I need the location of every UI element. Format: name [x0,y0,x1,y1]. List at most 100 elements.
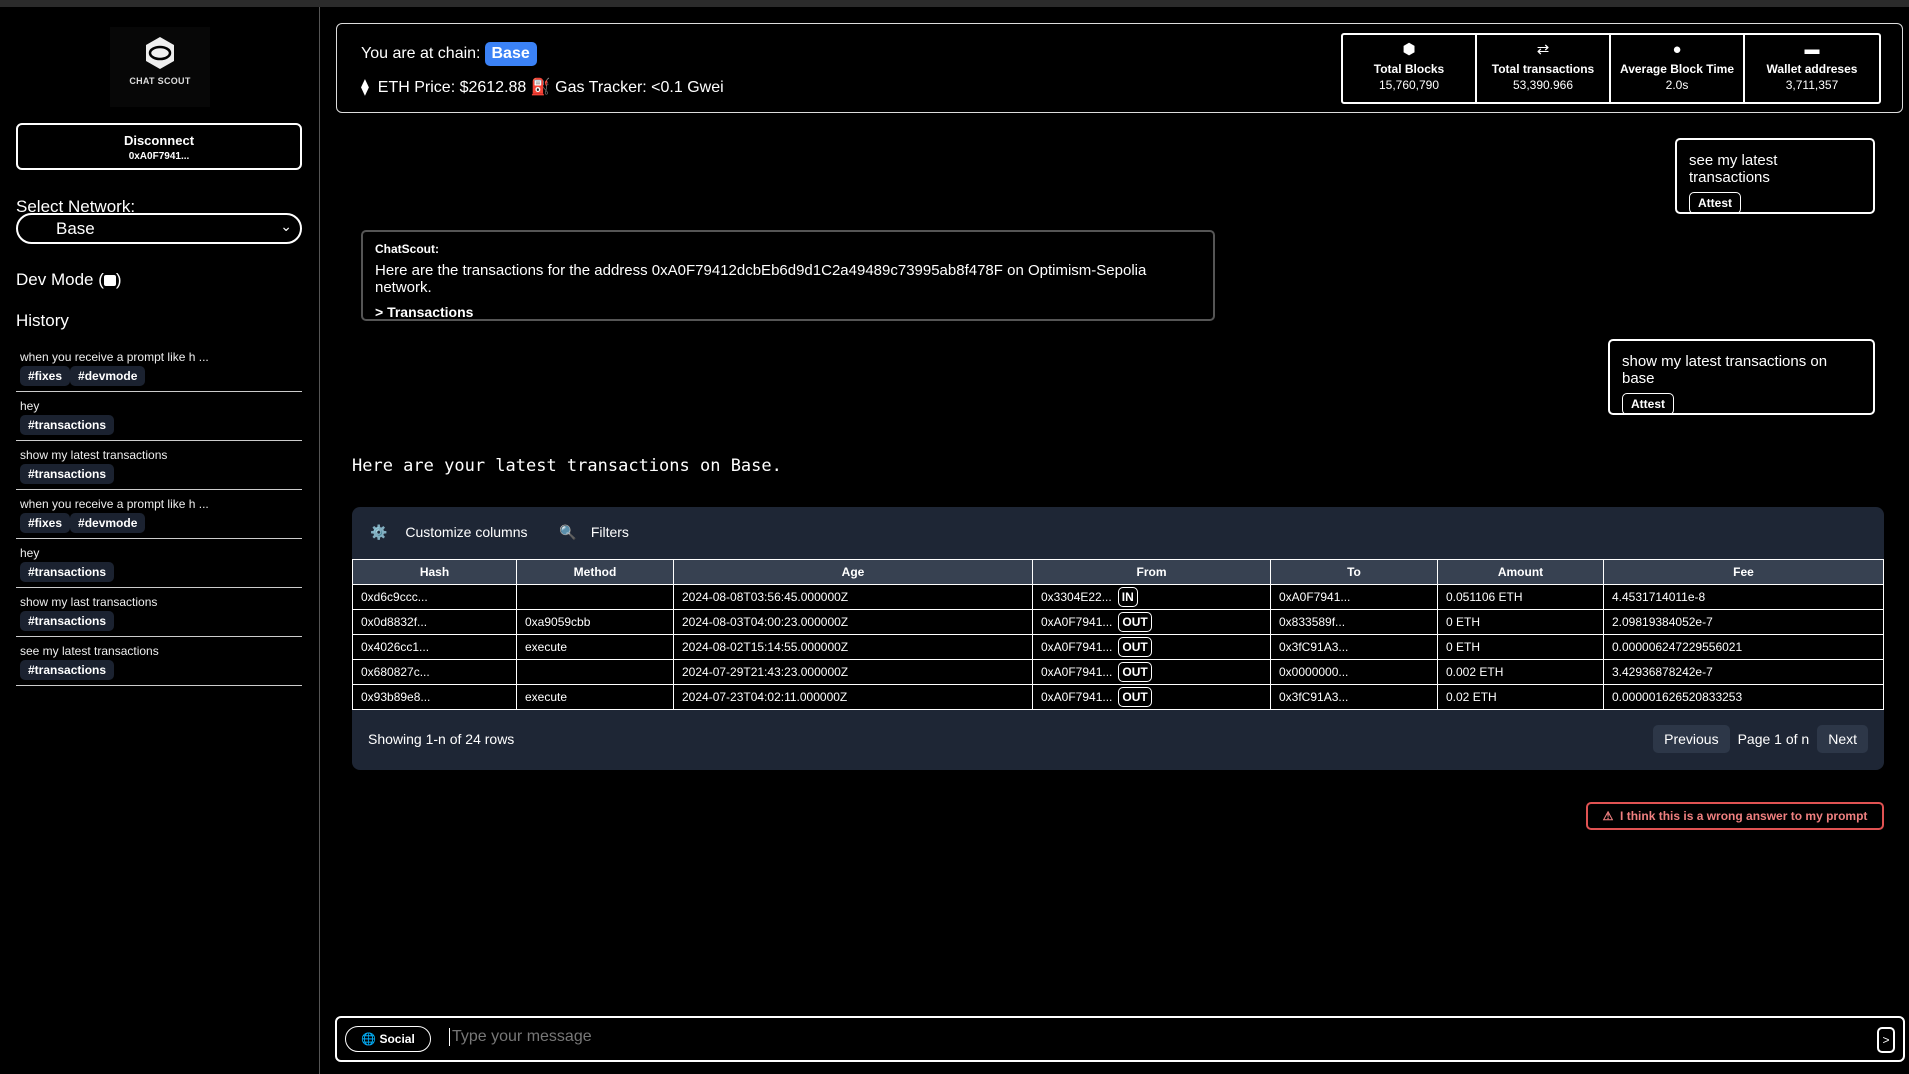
history-item-text: hey [20,399,40,413]
history-tag[interactable]: #transactions [20,562,115,582]
fee-cell-text: 3.42936878242e-7 [1612,665,1713,679]
history-tag[interactable]: #transactions [20,415,115,435]
history-tag[interactable]: #transactions [20,464,115,484]
attest-button[interactable]: Attest [1622,393,1675,415]
amount-cell-text: 0 ETH [1446,640,1481,654]
to-cell-text: 0x3fC91A3... [1279,640,1349,654]
history-item[interactable]: when you receive a prompt like h ... #fix… [16,490,302,539]
dev-mode-checkbox[interactable] [103,275,116,286]
to-cell: 0x3fC91A3... [1270,684,1438,710]
disconnect-button[interactable]: Disconnect 0xA0F7941... [16,123,302,170]
chain-row: You are at chain: Base [361,42,537,66]
table-row[interactable]: 0x4026cc1... execute 2024-08-02T15:14:55.0… [352,634,1884,660]
method-cell: execute [516,634,674,660]
table-row[interactable]: 0x0d8832f... 0xa9059cbb 2024-08-03T04:00:2… [352,609,1884,635]
fee-cell: 0.000001626520833253 [1603,684,1884,710]
amount-cell-text: 0 ETH [1446,615,1481,629]
to-cell-text: 0xA0F7941... [1279,590,1351,604]
customize-label: Customize columns [405,524,528,540]
history-tag[interactable]: #devmode [70,366,146,386]
stats-group: ⬢ Total Blocks 15,760,790 ⇄ Total transacti… [1341,33,1881,104]
amount-cell: 0.02 ETH [1437,684,1604,710]
fee-cell: 0.000006247229556021 [1603,634,1884,660]
stat-total-transactions: ⇄ Total transactions 53,390.966 [1477,35,1611,102]
dev-mode-close: ) [115,270,122,289]
hash-cell-text: 0x0d8832f... [361,615,428,629]
logo-text: CHAT SCOUT [129,76,191,86]
from-cell: 0xA0F7941... OUT [1032,609,1271,635]
table-row[interactable]: 0x93b89e8... execute 2024-07-23T04:02:11.0… [352,684,1884,710]
to-cell-text: 0x833589f... [1279,615,1346,629]
stat-value: 53,390.966 [1512,78,1574,92]
method-cell: 0xa9059cbb [516,609,674,635]
stat-average-block-time: ● Average Block Time 2.0s [1611,35,1745,102]
social-label: Social [379,1032,415,1046]
wrong-answer-button[interactable]: ⚠ I think this is a wrong answer to my p… [1586,802,1884,830]
history-item-text: show my last transactions [20,595,158,609]
hash-cell-text: 0x4026cc1... [361,640,430,654]
method-cell-text: execute [525,690,568,704]
history-item[interactable]: when you receive a prompt like h ... #fix… [16,343,302,392]
fee-cell: 2.09819384052e-7 [1603,609,1884,635]
attest-button[interactable]: Attest [1689,192,1742,214]
amount-cell: 0 ETH [1437,634,1604,660]
sidebar: CHAT SCOUT Disconnect 0xA0F7941... Selec… [0,7,320,1074]
fee-cell-text: 4.4531714011e-8 [1612,590,1706,604]
user-message-text: show my latest transactions on base [1622,353,1828,387]
history-item[interactable]: show my latest transactions #transactions [16,441,302,490]
table-header-row: Hash Method Age From To Amount Fee [352,559,1884,585]
wallet-icon: ▬ [1804,41,1820,58]
hash-cell-text: 0x93b89e8... [361,690,431,704]
history-item[interactable]: show my last transactions #transactions [16,588,302,637]
hash-cell: 0x0d8832f... [352,609,517,635]
bot-reply: Here are your latest transactions on Bas… [352,456,782,476]
social-button[interactable]: 🌐 Social [345,1026,431,1052]
network-select[interactable]: Base ⌄ [16,213,302,244]
history-item-text: see my latest transactions [20,644,159,658]
dev-mode-toggle[interactable]: Dev Mode () [16,270,122,290]
history-tag[interactable]: #transactions [20,660,115,680]
stat-wallet-addresses: ▬ Wallet addreses 3,711,357 [1745,35,1879,102]
amount-cell-text: 0.051106 ETH [1446,590,1523,604]
send-button[interactable]: > [1877,1027,1895,1053]
wrong-answer-label: I think this is a wrong answer to my pro… [1620,809,1868,823]
direction-badge: IN [1117,587,1138,607]
gas-tracker: Gas Tracker: <0.1 Gwei [555,79,724,96]
row-count: Showing 1-n of 24 rows [368,731,515,747]
customize-columns-button[interactable]: ⚙️ Customize columns [370,524,541,540]
gas-pump-icon: ⛽ [530,79,551,96]
warning-icon: ⚠ [1602,809,1614,823]
ethereum-icon: ⧫ [361,79,369,96]
fee-cell: 3.42936878242e-7 [1603,659,1884,685]
message-input[interactable] [449,1028,1769,1046]
next-button[interactable]: Next [1817,725,1868,753]
stat-total-blocks: ⬢ Total Blocks 15,760,790 [1343,35,1477,102]
column-header: Age [673,559,1033,585]
transactions-expander[interactable]: > Transactions [375,304,1201,320]
from-cell: 0xA0F7941... OUT [1032,659,1271,685]
column-header: Amount [1437,559,1604,585]
network-value: Base [56,219,95,238]
eth-price: ETH Price: $2612.88 [377,79,527,96]
history-tag[interactable]: #devmode [70,513,146,533]
filters-button[interactable]: 🔍 Filters [559,524,643,540]
history-tag[interactable]: #fixes [20,513,71,533]
from-cell: 0xA0F7941... OUT [1032,684,1271,710]
bot-message-text: Here are the transactions for the addres… [375,262,1147,296]
previous-button[interactable]: Previous [1653,725,1730,753]
history-item[interactable]: hey #transactions [16,539,302,588]
method-cell [516,584,674,610]
history-item[interactable]: see my latest transactions #transactions [16,637,302,686]
table-row[interactable]: 0xd6c9ccc... 2024-08-08T03:56:45.000000Z 0… [352,584,1884,610]
direction-badge: OUT [1118,687,1152,707]
from-address: 0x3304E22... [1041,590,1112,604]
table-row[interactable]: 0x680827c... 2024-07-29T21:43:23.000000Z 0… [352,659,1884,685]
history-tag[interactable]: #fixes [20,366,71,386]
history-item[interactable]: hey #transactions [16,392,302,441]
hash-cell: 0xd6c9ccc... [352,584,517,610]
method-cell: execute [516,684,674,710]
browser-top-strip [0,0,1909,7]
history-tag[interactable]: #transactions [20,611,115,631]
from-cell: 0xA0F7941... OUT [1032,634,1271,660]
stat-label: Wallet addreses [1766,62,1858,76]
